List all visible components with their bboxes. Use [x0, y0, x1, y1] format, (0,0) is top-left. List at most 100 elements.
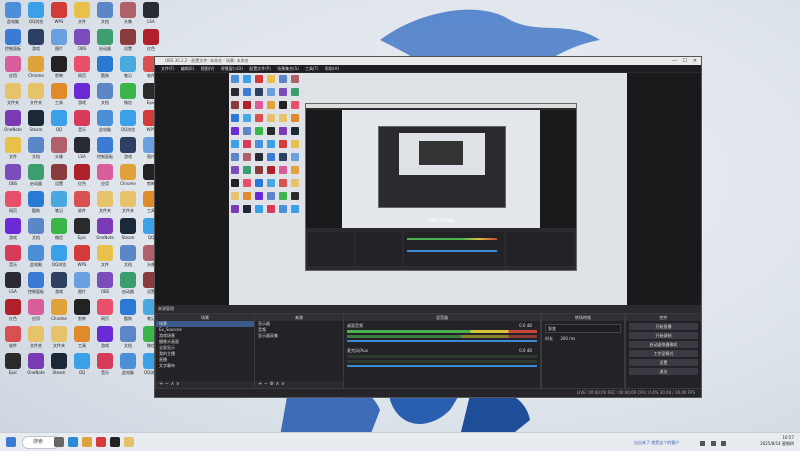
desktop-icon[interactable]: 游戏	[48, 272, 70, 295]
menu-docks[interactable]: 停靠窗口(D)	[221, 66, 243, 71]
desktop-icon[interactable]: 网页	[2, 191, 24, 214]
transition-select[interactable]: 渐变	[545, 324, 621, 333]
desktop-icon[interactable]: 微信	[48, 218, 70, 241]
system-tray-icons[interactable]	[700, 439, 742, 446]
desktop-icon[interactable]: QQ浏览	[117, 110, 139, 133]
desktop-icon[interactable]: 文件夹	[25, 326, 47, 349]
desktop-icon[interactable]: OneNote	[25, 353, 47, 375]
volume-slider-desktop-audio[interactable]	[347, 340, 537, 342]
desktop-icon[interactable]: 游戏	[25, 29, 47, 52]
desktop-icon[interactable]: 图片	[48, 29, 70, 52]
desktop-icon[interactable]: 应用	[94, 164, 116, 187]
scene-move-down-button[interactable]: ∨	[176, 381, 180, 387]
desktop-icon[interactable]: 控制面板	[2, 29, 24, 52]
desktop-icon[interactable]: 文件夹	[25, 83, 47, 106]
edge-icon[interactable]	[68, 437, 78, 447]
desktop-icon[interactable]: 控制面板	[25, 272, 47, 295]
volume-slider-mic[interactable]	[347, 365, 537, 367]
desktop-icon[interactable]: 应用	[25, 299, 47, 322]
desktop-icon[interactable]: QQ浏览	[25, 2, 47, 25]
tray-notification[interactable]: 出出来了 就是这个的客户	[634, 440, 679, 446]
remove-scene-button[interactable]: −	[165, 381, 169, 387]
desktop-icon[interactable]: 笔记	[117, 56, 139, 79]
desktop-icon[interactable]: 启动器	[25, 164, 47, 187]
desktop-icon[interactable]: 工具	[71, 326, 93, 349]
desktop-icon[interactable]: 控制面板	[94, 137, 116, 160]
add-scene-button[interactable]: +	[159, 381, 163, 387]
desktop-icon[interactable]: 红色	[71, 164, 93, 187]
desktop-icon[interactable]: Chrome	[25, 56, 47, 78]
desktop-icon[interactable]: 文件夹	[94, 191, 116, 214]
desktop-icon[interactable]: 文件夹	[48, 326, 70, 349]
close-button[interactable]: ✕	[693, 57, 697, 65]
desktop-icon[interactable]: 启动器	[117, 272, 139, 295]
desktop-icon[interactable]: 头像	[48, 137, 70, 160]
start-icon[interactable]	[6, 437, 16, 447]
desktop-icon[interactable]: 文件夹	[117, 191, 139, 214]
desktop-icon[interactable]: 红色	[140, 29, 162, 52]
desktop-icon[interactable]: 音乐	[71, 110, 93, 133]
desktop-icon[interactable]: 软件	[71, 191, 93, 214]
desktop-icon[interactable]: 此电脑	[2, 2, 24, 25]
menu-profile[interactable]: 配置文件(P)	[249, 66, 271, 71]
desktop-icon[interactable]: 此电脑	[94, 110, 116, 133]
desktop-icon[interactable]: 文件	[71, 2, 93, 25]
desktop-icon[interactable]: 网页	[94, 299, 116, 322]
desktop-icon[interactable]: 启动器	[94, 29, 116, 52]
desktop-icon[interactable]: WPS	[71, 245, 93, 267]
desktop-icon[interactable]: LSA	[2, 272, 24, 294]
control-button[interactable]: 退出	[629, 368, 698, 375]
scene-item[interactable]: 文字幕布	[156, 363, 254, 369]
desktop-icon[interactable]: OneNote	[2, 110, 24, 132]
source-properties-button[interactable]: ⚙	[270, 381, 274, 387]
desktop-icon[interactable]: OneNote	[94, 218, 116, 240]
source-item[interactable]: 显示器采集	[255, 333, 343, 339]
menu-edit[interactable]: 编辑(E)	[181, 66, 195, 71]
control-button[interactable]: 设置	[629, 359, 698, 366]
desktop-icon[interactable]: QQ	[48, 110, 70, 132]
preview-canvas[interactable]: 中最平台开播标	[155, 73, 701, 305]
taskview-icon[interactable]	[54, 437, 64, 447]
desktop-icon[interactable]: 文档	[25, 137, 47, 160]
desktop-icon[interactable]: 文档	[117, 326, 139, 349]
desktop-icon[interactable]: 图片	[71, 272, 93, 295]
file-icon[interactable]	[124, 437, 134, 447]
desktop-icon[interactable]: 头像	[117, 2, 139, 25]
desktop-icon[interactable]: 工具	[48, 83, 70, 106]
chrome-icon[interactable]	[82, 437, 92, 447]
desktop-icon[interactable]: 文档	[94, 83, 116, 106]
source-move-up-button[interactable]: ∧	[276, 381, 280, 387]
volume-icon[interactable]	[710, 441, 716, 446]
taskbar-clock[interactable]: 10:57 2025/8/14 星期四	[760, 435, 794, 447]
desktop-icon[interactable]: OBS	[71, 29, 93, 51]
desktop-icon[interactable]: 笔记	[48, 191, 70, 214]
desktop-icon[interactable]: Steam	[48, 353, 70, 375]
battery-icon[interactable]	[721, 441, 727, 446]
control-button[interactable]: 开始录制	[629, 332, 698, 339]
desktop-icon[interactable]: 应用	[2, 56, 24, 79]
desktop-icon[interactable]: OBS	[2, 164, 24, 186]
desktop-icon[interactable]: 软件	[2, 326, 24, 349]
app-icon[interactable]	[96, 437, 106, 447]
desktop-icon[interactable]: WPS	[48, 2, 70, 24]
desktop-icon[interactable]: 酷狗	[25, 191, 47, 214]
desktop-icon[interactable]: Chrome	[48, 299, 70, 321]
scene-move-up-button[interactable]: ∧	[171, 381, 175, 387]
minimize-button[interactable]: —	[672, 57, 677, 65]
desktop-icon[interactable]: 音乐	[2, 245, 24, 268]
source-move-down-button[interactable]: ∨	[281, 381, 285, 387]
desktop-icon[interactable]: 游戏	[94, 326, 116, 349]
desktop-icon[interactable]: QQ浏览	[48, 245, 70, 268]
desktop-icon[interactable]: 音乐	[94, 353, 116, 376]
desktop-icon[interactable]: 文件	[94, 245, 116, 268]
desktop-icon[interactable]: Epic	[2, 353, 24, 375]
desktop-icon[interactable]: 此电脑	[25, 245, 47, 268]
desktop-icon[interactable]: Steam	[25, 110, 47, 132]
desktop-icon[interactable]: Epic	[71, 218, 93, 240]
desktop-icon[interactable]: 游戏	[2, 218, 24, 241]
maximize-button[interactable]: ☐	[683, 57, 687, 65]
remove-source-button[interactable]: −	[264, 381, 268, 387]
desktop-icon[interactable]: 此电脑	[117, 353, 139, 376]
transition-duration-input[interactable]: 300 ms	[560, 336, 575, 341]
desktop-icon[interactable]: 游戏	[117, 137, 139, 160]
